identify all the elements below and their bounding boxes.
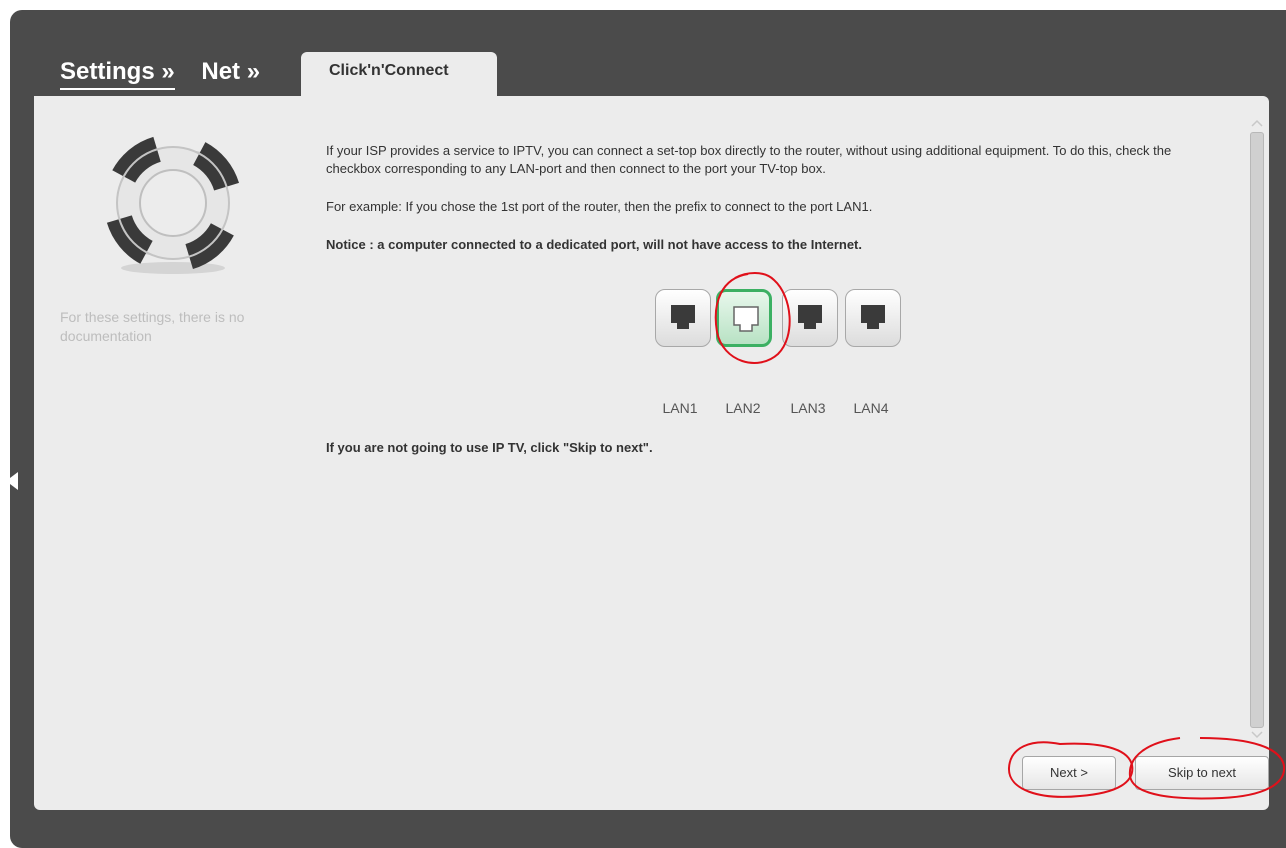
lan4-label: LAN4 (853, 400, 889, 416)
vertical-scrollbar[interactable] (1248, 118, 1264, 742)
lan3-label: LAN3 (790, 400, 826, 416)
content-area: If your ISP provides a service to IPTV, … (326, 142, 1226, 254)
lifebuoy-icon (103, 134, 242, 274)
breadcrumb: Settings » Net » (60, 58, 280, 90)
lan2-label: LAN2 (725, 400, 761, 416)
breadcrumb-net[interactable]: Net » (201, 58, 260, 86)
tab-clickn-connect[interactable]: Click'n'Connect (301, 52, 497, 96)
ethernet-port-icon (733, 306, 759, 332)
skip-note-text: If you are not going to use IP TV, click… (326, 440, 653, 455)
intro-text: If your ISP provides a service to IPTV, … (326, 143, 1172, 176)
lan3-port-checkbox[interactable] (782, 289, 838, 347)
lan-port-group (655, 289, 915, 351)
collapse-arrow-icon[interactable] (6, 472, 18, 490)
next-button[interactable]: Next > (1022, 756, 1116, 790)
scroll-up-icon[interactable] (1251, 118, 1263, 128)
ethernet-port-icon (798, 305, 822, 329)
notice-text: Notice : a computer connected to a dedic… (326, 237, 862, 252)
scroll-thumb[interactable] (1250, 132, 1264, 728)
lan1-label: LAN1 (662, 400, 698, 416)
example-text: For example: If you chose the 1st port o… (326, 199, 873, 214)
ethernet-port-icon (671, 305, 695, 329)
skip-to-next-button[interactable]: Skip to next (1135, 756, 1269, 790)
lan4-port-checkbox[interactable] (845, 289, 901, 347)
ethernet-port-icon (861, 305, 885, 329)
lan2-port-checkbox[interactable] (716, 289, 772, 347)
documentation-note: For these settings, there is no document… (60, 309, 245, 344)
scroll-down-icon[interactable] (1251, 730, 1263, 740)
lan1-port-checkbox[interactable] (655, 289, 711, 347)
breadcrumb-settings[interactable]: Settings » (60, 58, 175, 90)
